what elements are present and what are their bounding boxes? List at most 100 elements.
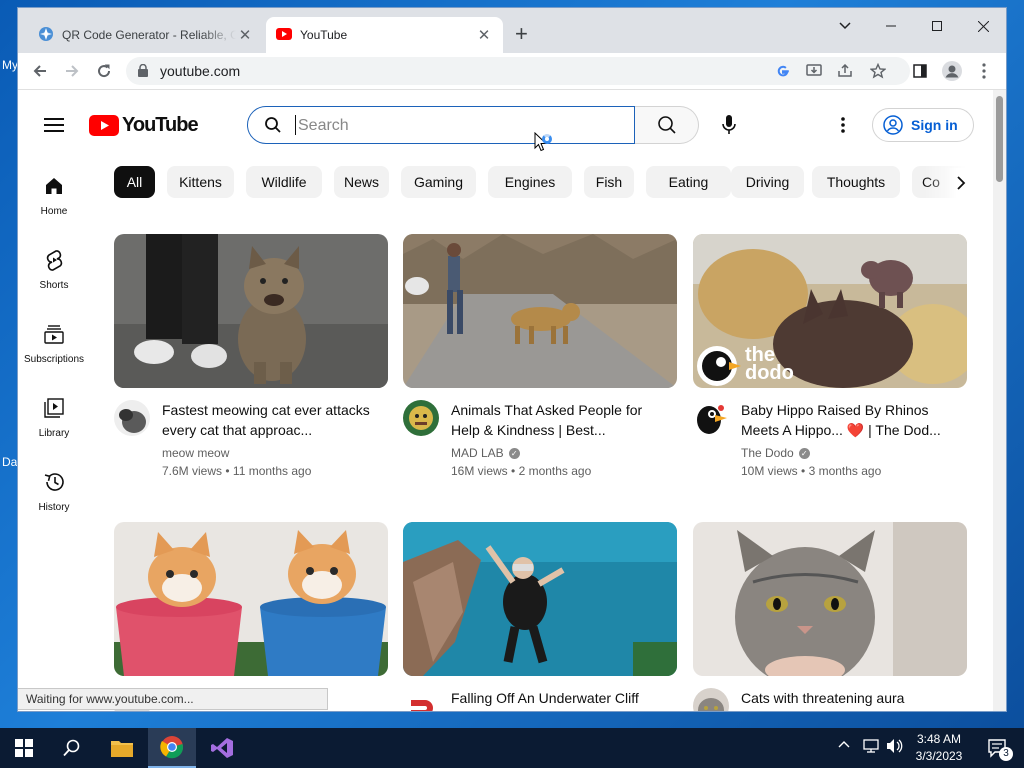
subscriptions-icon xyxy=(44,322,64,346)
chip-engines[interactable]: Engines xyxy=(488,166,572,198)
youtube-page: YouTube Sign in xyxy=(18,90,993,711)
video-meta: 16M views • 2 months ago xyxy=(451,464,591,478)
tab-qr-generator[interactable]: QR Code Generator - Reliable, Cust ✕ xyxy=(28,17,264,53)
channel-avatar[interactable] xyxy=(693,400,729,436)
chip-fish[interactable]: Fish xyxy=(584,166,634,198)
start-button[interactable] xyxy=(0,728,48,768)
chrome-icon xyxy=(160,736,184,759)
channel-name-text[interactable]: MAD LAB xyxy=(451,446,504,460)
search-icon xyxy=(63,739,80,757)
system-clock[interactable]: 3:48 AM 3/3/2023 xyxy=(906,731,972,765)
desktop-icon-label[interactable]: My xyxy=(2,58,18,72)
view-count: 16M views xyxy=(451,464,508,478)
video-title[interactable]: Cats with threatening aura xyxy=(741,688,953,708)
sign-in-button[interactable]: Sign in xyxy=(872,108,974,142)
chip-thoughts[interactable]: Thoughts xyxy=(812,166,900,198)
history-icon xyxy=(43,470,65,494)
video-title[interactable]: Baby Hippo Raised By Rhinos Meets A Hipp… xyxy=(741,400,953,440)
bookmark-star-icon[interactable] xyxy=(869,62,887,80)
install-app-icon[interactable] xyxy=(805,62,823,80)
chip-all[interactable]: All xyxy=(114,166,155,198)
video-thumbnail[interactable] xyxy=(403,234,677,388)
browser-menu-icon[interactable] xyxy=(972,59,996,83)
show-hidden-icons-icon[interactable] xyxy=(838,738,850,752)
action-center-button[interactable]: 3 xyxy=(978,728,1018,768)
nav-subscriptions[interactable]: Subscriptions xyxy=(18,308,90,382)
profile-avatar-icon[interactable] xyxy=(940,59,964,83)
search-box[interactable] xyxy=(247,106,635,144)
page-scrollbar[interactable] xyxy=(993,90,1006,711)
url-text[interactable]: youtube.com xyxy=(160,63,240,79)
video-thumbnail[interactable] xyxy=(114,234,388,388)
chip-driving[interactable]: Driving xyxy=(731,166,804,198)
chrome-taskbar-button[interactable] xyxy=(148,728,196,768)
channel-name-text[interactable]: meow meow xyxy=(162,446,229,460)
youtube-favicon-icon xyxy=(276,27,292,43)
nav-home[interactable]: Home xyxy=(18,160,90,234)
tab-close-icon[interactable]: ✕ xyxy=(475,26,493,44)
hamburger-menu-icon[interactable] xyxy=(44,118,64,132)
chip-gaming[interactable]: Gaming xyxy=(401,166,476,198)
youtube-logo[interactable]: YouTube xyxy=(89,114,199,137)
search-input[interactable] xyxy=(296,115,620,137)
minimize-button[interactable] xyxy=(868,14,914,38)
notification-count-badge: 3 xyxy=(999,747,1013,761)
maximize-button[interactable] xyxy=(914,14,960,38)
video-title[interactable]: Animals That Asked People for Help & Kin… xyxy=(451,400,663,440)
chip-wildlife[interactable]: Wildlife xyxy=(246,166,322,198)
new-tab-button[interactable]: + xyxy=(515,23,528,45)
chip-news[interactable]: News xyxy=(334,166,389,198)
nav-library[interactable]: Library xyxy=(18,382,90,456)
address-bar[interactable]: youtube.com xyxy=(126,57,910,85)
library-icon xyxy=(44,396,64,420)
upload-age: 2 months ago xyxy=(518,464,592,478)
tab-search-dropdown-icon[interactable] xyxy=(822,14,868,38)
meta-separator: • xyxy=(507,464,519,478)
channel-name[interactable]: MAD LAB ✓ xyxy=(451,446,520,460)
video-title[interactable]: Falling Off An Underwater Cliff xyxy=(451,688,663,708)
share-icon[interactable] xyxy=(836,62,854,80)
voice-search-button[interactable] xyxy=(711,107,747,143)
search-button[interactable] xyxy=(635,106,699,144)
channel-avatar[interactable] xyxy=(114,400,150,436)
video-thumbnail[interactable]: the dodo xyxy=(693,234,967,388)
google-icon[interactable] xyxy=(774,62,792,80)
chip-eating[interactable]: Eating xyxy=(646,166,731,198)
channel-name-text[interactable]: The Dodo xyxy=(741,446,794,460)
back-button[interactable] xyxy=(28,59,52,83)
desktop-icon-label[interactable]: Da xyxy=(2,455,17,469)
tab-close-icon[interactable]: ✕ xyxy=(236,26,254,44)
video-thumbnail[interactable] xyxy=(114,522,388,676)
search-taskbar-button[interactable] xyxy=(48,728,96,768)
settings-more-button[interactable] xyxy=(828,110,858,140)
video-thumbnail[interactable] xyxy=(403,522,677,676)
forward-button[interactable] xyxy=(60,59,84,83)
video-title[interactable]: Fastest meowing cat ever attacks every c… xyxy=(162,400,374,440)
lock-icon[interactable] xyxy=(138,63,148,82)
close-window-button[interactable] xyxy=(960,14,1006,38)
channel-avatar[interactable] xyxy=(693,688,729,711)
nav-history[interactable]: History xyxy=(18,456,90,530)
video-meta: 10M views • 3 months ago xyxy=(741,464,881,478)
nav-label: Library xyxy=(38,428,70,439)
file-explorer-button[interactable] xyxy=(98,728,146,768)
chips-next-button[interactable] xyxy=(946,168,976,198)
tab-youtube[interactable]: YouTube ✕ xyxy=(266,17,503,53)
chip-kittens[interactable]: Kittens xyxy=(167,166,234,198)
network-icon[interactable] xyxy=(862,738,880,757)
channel-avatar[interactable] xyxy=(403,400,439,436)
channel-name[interactable]: The Dodo ✓ xyxy=(741,446,810,460)
channel-name[interactable]: meow meow xyxy=(162,446,229,460)
volume-icon[interactable] xyxy=(886,738,904,757)
reload-button[interactable] xyxy=(92,59,116,83)
scrollbar-thumb[interactable] xyxy=(996,96,1003,182)
folder-icon xyxy=(111,741,133,757)
channel-avatar[interactable] xyxy=(403,688,439,711)
upload-age: 11 months ago xyxy=(232,464,312,478)
nav-shorts[interactable]: Shorts xyxy=(18,234,90,308)
visual-studio-button[interactable] xyxy=(198,728,246,768)
side-panel-icon[interactable] xyxy=(908,59,932,83)
video-thumbnail[interactable] xyxy=(693,522,967,676)
browser-toolbar: youtube.com xyxy=(18,53,1006,90)
verified-badge-icon: ✓ xyxy=(798,447,810,459)
